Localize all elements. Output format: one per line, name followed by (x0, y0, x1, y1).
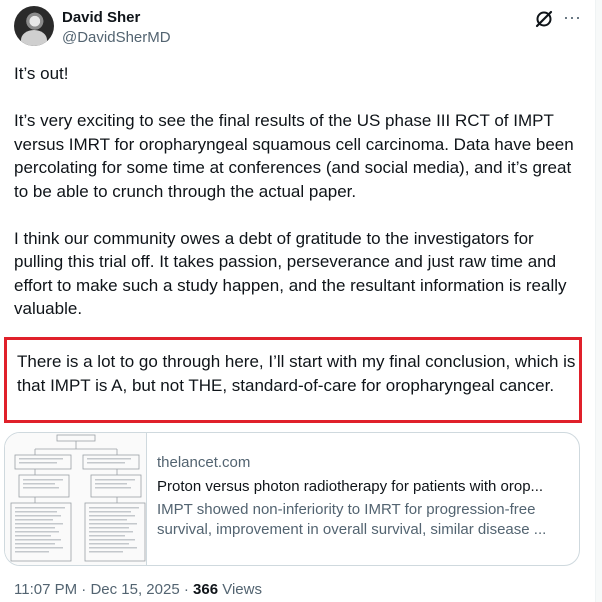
right-scroll-edge (595, 0, 602, 602)
display-name[interactable]: David Sher (62, 8, 140, 28)
card-description: IMPT showed non-inferiority to IMRT for … (157, 501, 547, 538)
user-handle[interactable]: @DavidSherMD (62, 28, 171, 48)
post-date[interactable]: Dec 15, 2025 (90, 581, 179, 598)
card-domain: thelancet.com (157, 454, 251, 471)
meta-separator: · (179, 581, 194, 598)
tweet-text: It’s out! It’s very exciting to see the … (14, 62, 582, 344)
post-time[interactable]: 11:07 PM (14, 581, 77, 598)
views-count: 366 (193, 581, 219, 598)
meta-separator: · (77, 581, 91, 598)
highlight-box: There is a lot to go through here, I’ll … (4, 337, 582, 423)
grok-icon[interactable] (534, 9, 554, 29)
tweet-header: David Sher @DavidSherMD ··· (14, 6, 586, 46)
tweet-paragraph-highlighted: There is a lot to go through here, I’ll … (17, 352, 576, 395)
card-thumbnail (5, 433, 147, 565)
tweet-paragraph: I think our community owes a debt of gra… (14, 228, 567, 319)
card-title[interactable]: Proton versus photon radiotherapy for pa… (157, 477, 567, 497)
tweet-paragraph: It’s very exciting to see the final resu… (14, 111, 574, 201)
tweet-paragraph: It’s out! (14, 64, 69, 83)
views-label: Views (218, 581, 262, 598)
link-card[interactable]: thelancet.com Proton versus photon radio… (4, 432, 580, 566)
more-icon[interactable]: ··· (563, 7, 583, 27)
card-body: thelancet.com Proton versus photon radio… (157, 453, 567, 540)
tweet-meta: 11:07 PM · Dec 15, 2025 · 366 Views (14, 580, 262, 600)
avatar[interactable] (14, 6, 54, 46)
